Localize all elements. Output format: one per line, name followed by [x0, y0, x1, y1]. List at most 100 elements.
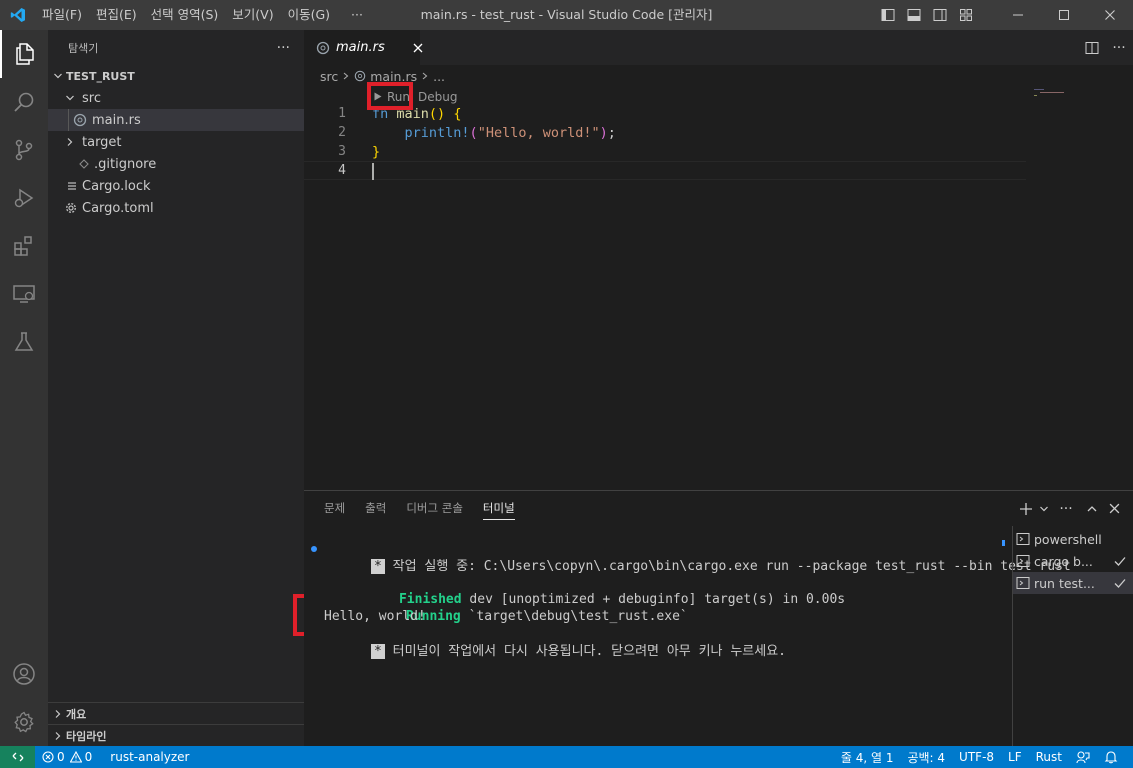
panel-tabs: 문제 출력 디버그 콘솔 터미널 — [304, 491, 1133, 526]
settings-gear-icon[interactable] — [0, 698, 48, 746]
codelens-debug[interactable]: Debug — [418, 90, 457, 104]
outline-section[interactable]: 개요 — [48, 702, 304, 724]
close-window-icon[interactable] — [1087, 0, 1133, 30]
encoding[interactable]: UTF-8 — [952, 746, 1001, 768]
explorer-icon[interactable] — [0, 30, 48, 78]
section-label: 개요 — [66, 707, 87, 721]
error-icon — [42, 751, 54, 763]
run-debug-icon[interactable] — [0, 174, 48, 222]
toggle-panel-icon[interactable] — [901, 0, 927, 30]
terminal-icon — [1016, 576, 1030, 590]
close-panel-icon[interactable] — [1103, 491, 1125, 526]
terminal-item-run-test[interactable]: run test... — [1013, 572, 1133, 594]
language-mode[interactable]: Rust — [1029, 746, 1069, 768]
problems-status[interactable]: 0 0 — [35, 746, 99, 768]
accounts-icon[interactable] — [0, 650, 48, 698]
maximize-icon[interactable] — [1041, 0, 1087, 30]
close-tab-icon[interactable] — [413, 43, 423, 53]
terminal-item-label: cargo b... — [1034, 553, 1093, 569]
menu-more[interactable]: ··· — [337, 0, 370, 30]
section-label: 타임라인 — [66, 729, 107, 743]
menu-file[interactable]: 파일(F) — [35, 0, 89, 30]
panel-more-icon[interactable]: ··· — [1051, 491, 1081, 526]
check-icon — [1113, 576, 1127, 590]
remote-explorer-icon[interactable] — [0, 270, 48, 318]
line-number: 3 — [338, 144, 346, 159]
tree-item-label: .gitignore — [94, 156, 157, 172]
tree-item-src[interactable]: src — [48, 87, 304, 109]
code-line: 1 fn main() { — [304, 104, 1026, 123]
customize-layout-icon[interactable] — [953, 0, 979, 30]
source-control-icon[interactable] — [0, 126, 48, 174]
line-content: println!("Hello, world!"); — [404, 124, 616, 141]
tab-output[interactable]: 출력 — [355, 491, 396, 526]
menu-go[interactable]: 이동(G) — [281, 0, 337, 30]
tree-item-label: Cargo.lock — [82, 178, 151, 194]
timeline-section[interactable]: 타임라인 — [48, 724, 304, 746]
split-editor-icon[interactable] — [1079, 41, 1105, 55]
menu-selection[interactable]: 선택 영역(S) — [144, 0, 226, 30]
breadcrumb-file[interactable]: main.rs — [370, 69, 417, 84]
code-editor[interactable]: Run Debug 1 fn main() { 2 println!("Hell… — [304, 87, 1133, 487]
sidebar-more-button[interactable]: ··· — [277, 40, 290, 56]
rust-file-icon — [354, 70, 366, 82]
terminal-output[interactable]: * 작업 실행 중: C:\Users\copyn\.cargo\bin\car… — [304, 526, 1071, 746]
minimize-icon[interactable] — [995, 0, 1041, 30]
menu-edit[interactable]: 편집(E) — [89, 0, 144, 30]
terminal-item-cargo-build[interactable]: cargo b... — [1013, 550, 1133, 572]
tab-debug-console[interactable]: 디버그 콘솔 — [396, 491, 473, 526]
title-controls — [875, 0, 1133, 30]
rust-file-icon — [72, 109, 88, 131]
cursor-position[interactable]: 줄 4, 열 1 — [834, 746, 901, 768]
breadcrumb-src[interactable]: src — [320, 69, 338, 84]
indentation[interactable]: 공백: 4 — [900, 746, 952, 768]
tab-label: main.rs — [336, 40, 385, 55]
chevron-down-icon[interactable] — [1037, 491, 1051, 526]
search-icon[interactable] — [0, 78, 48, 126]
menu-view[interactable]: 보기(V) — [225, 0, 280, 30]
minimap[interactable] — [1034, 87, 1094, 99]
new-terminal-plus-icon[interactable] — [1015, 491, 1037, 526]
tree-item-target[interactable]: target — [48, 131, 304, 153]
git-file-icon — [78, 153, 90, 175]
tree-item-main-rs[interactable]: main.rs — [48, 109, 304, 131]
toggle-secondary-sidebar-icon[interactable] — [927, 0, 953, 30]
project-root[interactable]: TEST_RUST — [48, 65, 304, 87]
notifications-bell-icon[interactable] — [1097, 746, 1125, 768]
indent-guide — [68, 109, 69, 131]
tree-item-cargo-toml[interactable]: Cargo.toml — [48, 197, 304, 219]
tab-main-rs[interactable]: main.rs — [304, 30, 423, 65]
star-badge: * — [370, 559, 385, 574]
end-of-line[interactable]: LF — [1001, 746, 1029, 768]
tab-problems[interactable]: 문제 — [314, 491, 355, 526]
tree-item-gitignore[interactable]: .gitignore — [48, 153, 304, 175]
project-name: TEST_RUST — [66, 69, 135, 83]
breadcrumb-symbol[interactable]: ... — [433, 69, 445, 84]
error-count: 0 — [57, 750, 65, 764]
bottom-panel: 문제 출력 디버그 콘솔 터미널 ··· * 작업 실행 중: C:\Users… — [304, 490, 1133, 746]
status-bar: 0 0 rust-analyzer 줄 4, 열 1 공백: 4 UTF-8 L… — [0, 746, 1133, 768]
terminal-item-powershell[interactable]: powershell — [1013, 528, 1133, 550]
tree-item-label: Cargo.toml — [82, 200, 154, 216]
toggle-sidebar-icon[interactable] — [875, 0, 901, 30]
feedback-icon[interactable] — [1069, 746, 1097, 768]
maximize-panel-icon[interactable] — [1081, 491, 1103, 526]
line-number: 1 — [338, 106, 346, 121]
testing-flask-icon[interactable] — [0, 318, 48, 366]
remote-indicator-icon[interactable] — [0, 746, 35, 768]
line-number: 4 — [338, 163, 346, 178]
activity-bar — [0, 30, 48, 746]
extensions-icon[interactable] — [0, 222, 48, 270]
rust-analyzer-status[interactable]: rust-analyzer — [103, 746, 196, 768]
warning-icon — [69, 751, 82, 763]
terminal-tabs-list: powershell cargo b... run test... — [1012, 526, 1133, 746]
codelens-run[interactable]: Run — [387, 90, 410, 104]
star-badge: * — [370, 644, 385, 659]
line-number: 2 — [338, 125, 346, 140]
editor-more-button[interactable]: ··· — [1105, 40, 1133, 56]
tree-item-cargo-lock[interactable]: Cargo.lock — [48, 175, 304, 197]
terminal-item-label: powershell — [1034, 531, 1102, 547]
task-dot — [311, 546, 317, 552]
chevron-down-icon — [50, 65, 66, 87]
tab-terminal[interactable]: 터미널 — [473, 491, 525, 526]
